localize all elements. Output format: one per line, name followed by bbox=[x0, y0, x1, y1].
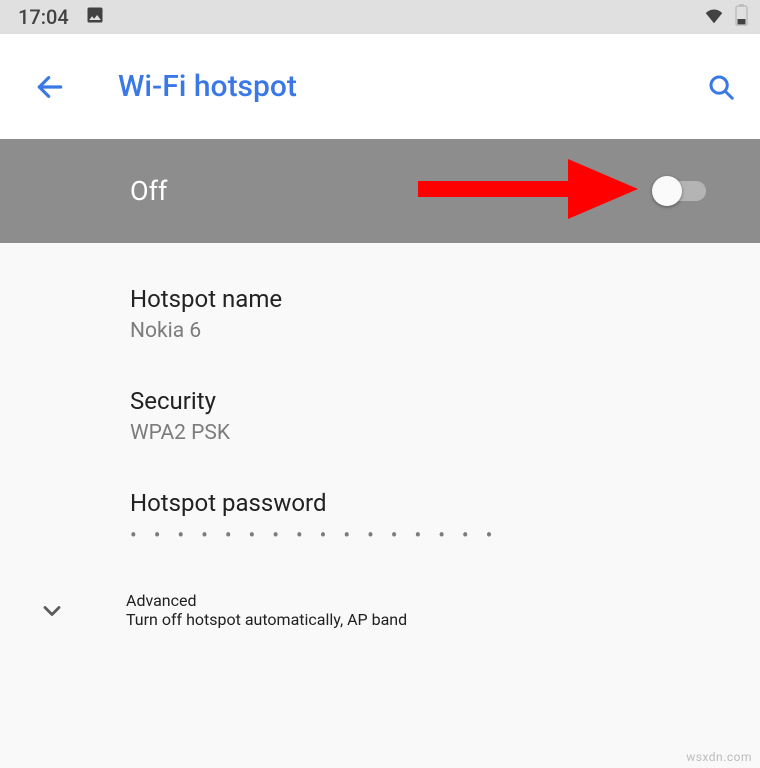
item-value: Nokia 6 bbox=[130, 319, 736, 343]
hotspot-switch[interactable] bbox=[656, 181, 706, 201]
password-dots: • • • • • • • • • • • • • • • • bbox=[130, 523, 736, 547]
password-item[interactable]: Hotspot password • • • • • • • • • • • •… bbox=[0, 467, 760, 569]
watermark: wsxdn.com bbox=[686, 750, 752, 764]
item-title: Security bbox=[130, 387, 736, 415]
back-button[interactable] bbox=[34, 71, 66, 103]
settings-list: Hotspot name Nokia 6 Security WPA2 PSK H… bbox=[0, 243, 760, 651]
app-bar: Wi-Fi hotspot bbox=[0, 34, 760, 139]
item-value: WPA2 PSK bbox=[130, 421, 736, 445]
status-bar: 17:04 bbox=[0, 0, 760, 34]
toggle-label: Off bbox=[130, 175, 656, 207]
image-icon bbox=[85, 5, 105, 30]
chevron-down-icon bbox=[38, 597, 66, 625]
item-title: Advanced bbox=[126, 591, 736, 610]
item-value: Turn off hotspot automatically, AP band bbox=[126, 610, 736, 629]
page-title: Wi-Fi hotspot bbox=[118, 69, 706, 104]
wifi-icon bbox=[703, 4, 725, 31]
hotspot-toggle-row[interactable]: Off bbox=[0, 139, 760, 243]
security-item[interactable]: Security WPA2 PSK bbox=[0, 365, 760, 467]
search-button[interactable] bbox=[706, 72, 736, 102]
battery-icon bbox=[735, 4, 748, 31]
status-time: 17:04 bbox=[18, 5, 69, 29]
item-title: Hotspot name bbox=[130, 285, 736, 313]
switch-knob bbox=[652, 176, 682, 206]
hotspot-name-item[interactable]: Hotspot name Nokia 6 bbox=[0, 263, 760, 365]
item-title: Hotspot password bbox=[130, 489, 736, 517]
advanced-item[interactable]: Advanced Turn off hotspot automatically,… bbox=[0, 569, 760, 651]
